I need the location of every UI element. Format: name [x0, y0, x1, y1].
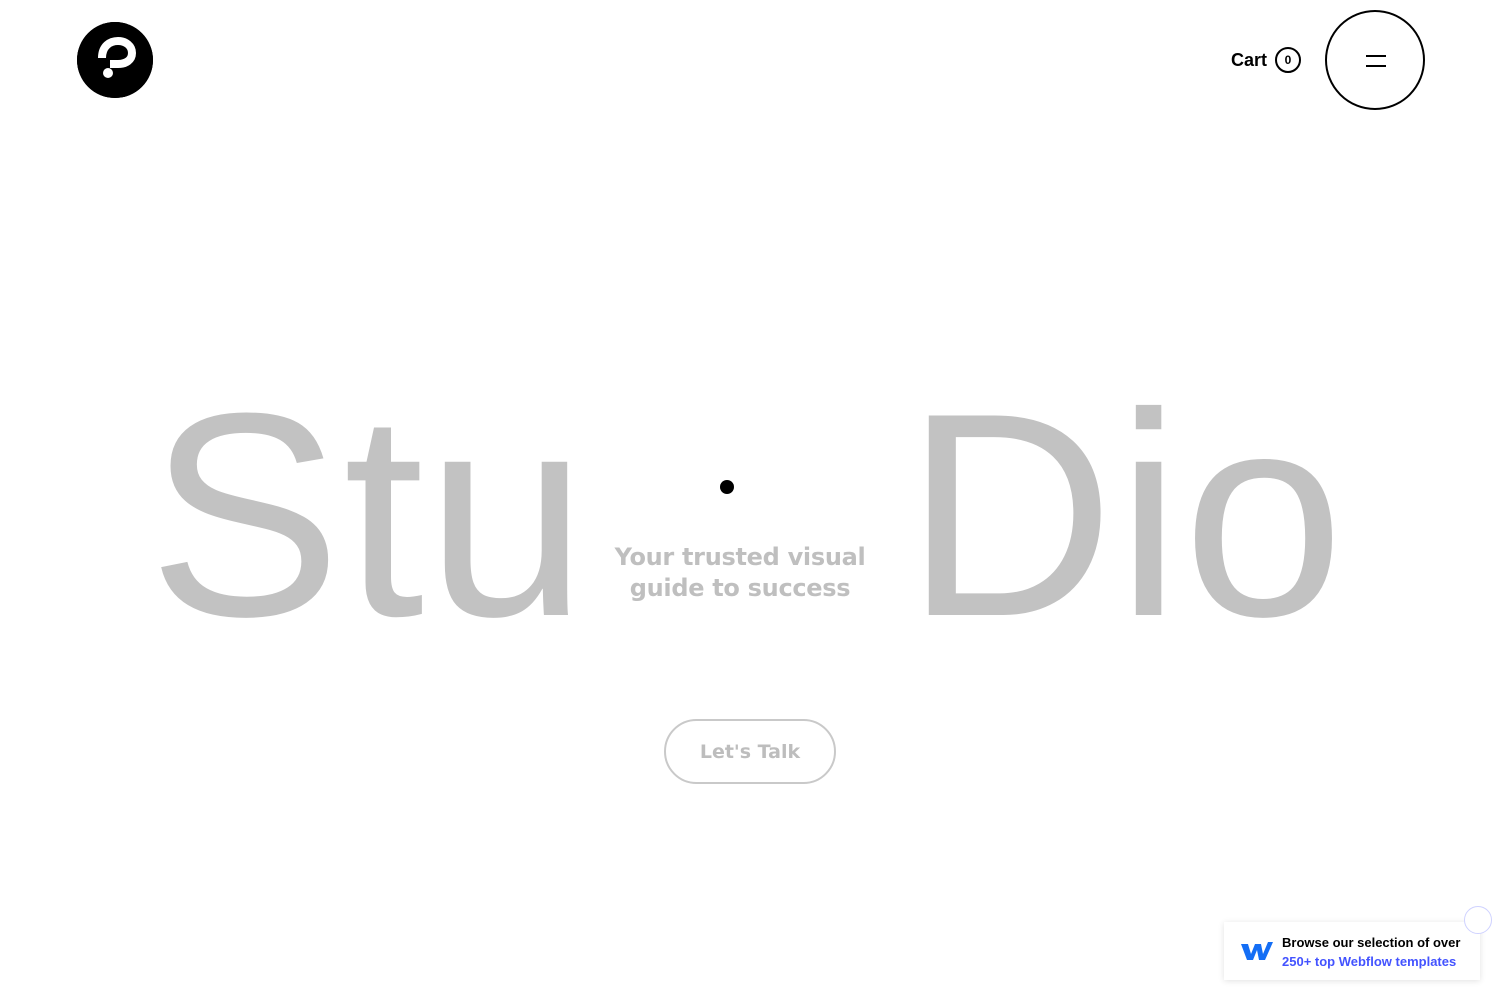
hamburger-menu-icon: [1366, 55, 1386, 67]
hero-word-right: Dio: [905, 353, 1347, 677]
webflow-logo-icon: [1241, 942, 1273, 960]
page: Cart 0 Stu Dio Your trusted visual guide…: [0, 0, 1500, 1000]
tagline-line-2: guide to success: [629, 574, 851, 602]
brand-logo[interactable]: [77, 22, 153, 98]
badge-text: Browse our selection of over 250+ top We…: [1282, 933, 1460, 971]
lets-talk-button[interactable]: Let's Talk: [664, 719, 836, 784]
tagline-line-1: Your trusted visual: [614, 543, 866, 571]
brand-logo-icon: [77, 22, 153, 98]
close-icon[interactable]: [1464, 906, 1492, 934]
cart-button[interactable]: Cart 0: [1231, 47, 1302, 73]
badge-link[interactable]: 250+ top Webflow templates: [1282, 952, 1460, 971]
cursor-dot: [720, 480, 734, 494]
cart-count-badge: 0: [1275, 47, 1302, 73]
hero-word-left: Stu: [148, 353, 590, 677]
badge-line-1: Browse our selection of over: [1282, 935, 1461, 950]
menu-button[interactable]: [1325, 10, 1425, 110]
webflow-templates-badge[interactable]: Browse our selection of over 250+ top We…: [1224, 922, 1480, 980]
hero-tagline: Your trusted visual guide to success: [590, 542, 890, 604]
cart-label: Cart: [1231, 49, 1268, 70]
